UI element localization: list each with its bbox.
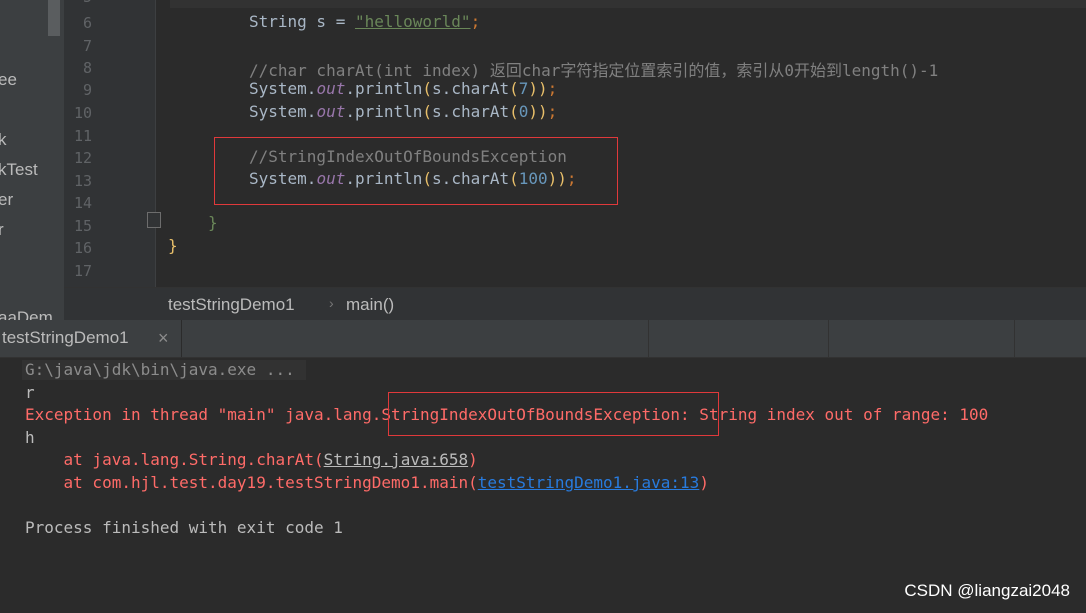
line-number: 12 — [73, 149, 92, 167]
line-number: 16 — [73, 239, 92, 257]
console-output-line: h — [25, 428, 35, 447]
line-number: 5 — [64, 0, 92, 6]
project-tree-item[interactable]: kTest — [0, 160, 38, 180]
line-number-gutter: 5 6 7 8 9 10 11 12 13 14 15 16 17 — [64, 0, 156, 287]
tab-divider — [828, 320, 829, 357]
stacktrace-link[interactable]: testStringDemo1.java:13 — [478, 473, 700, 492]
breadcrumb-method[interactable]: main() — [346, 295, 394, 315]
console-stacktrace-line: at java.lang.String.charAt(String.java:6… — [25, 450, 478, 469]
run-tab-label: testStringDemo1 — [2, 328, 129, 347]
project-panel: ee k kTest er r aaDem — [0, 0, 64, 320]
project-tree-item[interactable]: ee — [0, 70, 17, 90]
project-tree-item[interactable]: aaDem — [0, 308, 53, 320]
line-number: 8 — [82, 59, 92, 77]
console-stacktrace-line: at com.hjl.test.day19.testStringDemo1.ma… — [25, 473, 709, 492]
line-number: 11 — [73, 127, 92, 145]
line-number: 13 — [73, 172, 92, 190]
tab-divider — [648, 320, 649, 357]
current-line-highlight — [170, 0, 1086, 8]
close-icon[interactable]: × — [158, 328, 169, 349]
code-line-8: //char charAt(int index) 返回char字符指定位置索引的… — [249, 61, 939, 80]
code-line-15-brace: } — [208, 213, 218, 232]
code-line-6: String s = "helloworld"; — [249, 12, 481, 31]
console-exit-line: Process finished with exit code 1 — [25, 518, 343, 537]
line-number: 17 — [73, 262, 92, 280]
fold-marker-icon[interactable] — [147, 212, 161, 228]
breadcrumb: testStringDemo1 › main() — [64, 287, 1086, 320]
tab-divider — [1014, 320, 1015, 357]
line-number: 10 — [73, 104, 92, 122]
project-tree-item[interactable]: er — [0, 190, 13, 210]
line-number: 7 — [82, 37, 92, 55]
gutter-separator — [155, 0, 156, 287]
line-number: 9 — [82, 81, 92, 99]
line-number: 14 — [73, 194, 92, 212]
code-line-16-brace: } — [168, 236, 178, 255]
code-highlight-box — [214, 137, 618, 205]
console-output-line: r — [25, 383, 35, 402]
run-tab[interactable]: testStringDemo1 × — [0, 320, 182, 357]
console-command[interactable]: G:\java\jdk\bin\java.exe ... — [25, 360, 295, 379]
line-number: 6 — [82, 14, 92, 32]
watermark: CSDN @liangzai2048 — [904, 581, 1070, 600]
code-line-9: System.out.println(s.charAt(7)); — [249, 79, 558, 98]
project-tree-item[interactable]: r — [0, 220, 4, 240]
breadcrumb-chevron-icon: › — [329, 295, 334, 311]
code-line-10: System.out.println(s.charAt(0)); — [249, 102, 558, 121]
project-tree-item[interactable]: k — [0, 130, 7, 150]
project-panel-scrollbar[interactable] — [48, 0, 60, 36]
stacktrace-link[interactable]: String.java:658 — [324, 450, 469, 469]
breadcrumb-class[interactable]: testStringDemo1 — [168, 295, 295, 315]
line-number: 15 — [73, 217, 92, 235]
exception-highlight-box — [388, 392, 719, 436]
run-tab-bar: testStringDemo1 × — [0, 320, 1086, 358]
